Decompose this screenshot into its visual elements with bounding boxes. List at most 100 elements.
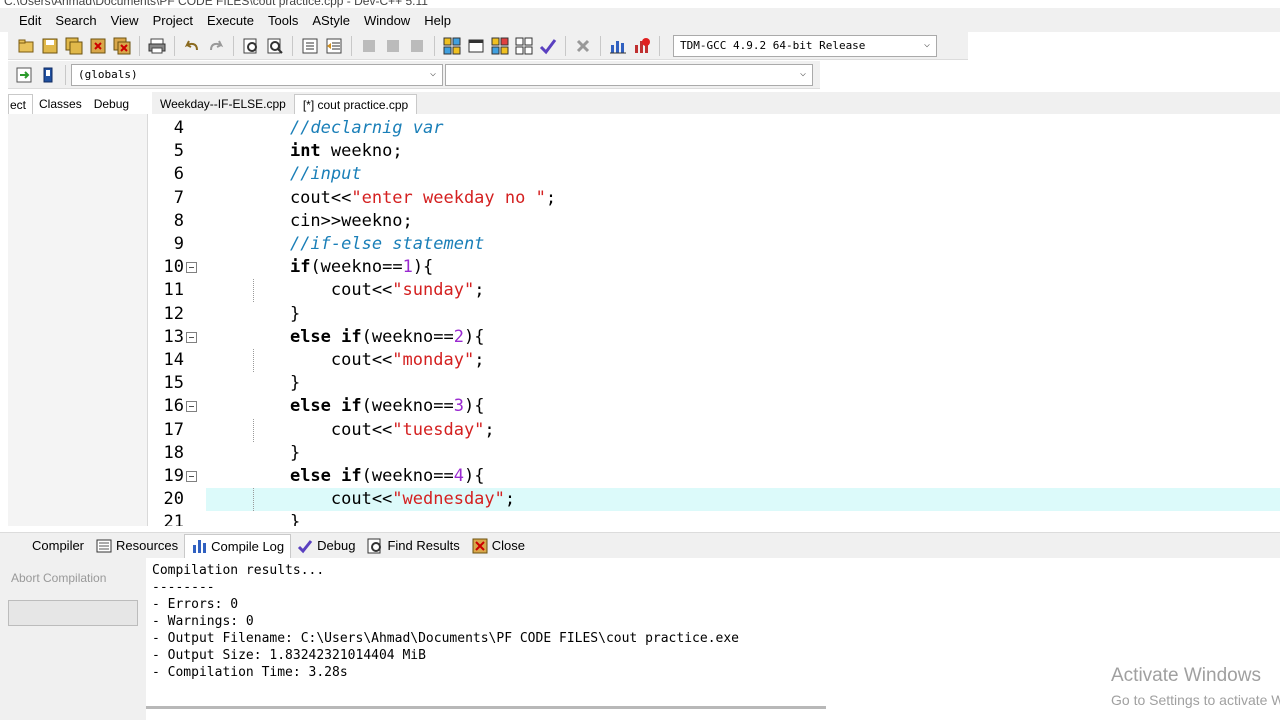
code-line[interactable]: 5 int weekno; xyxy=(152,140,1280,163)
scrollbar-thumb[interactable] xyxy=(146,706,826,709)
stop-execution-icon[interactable] xyxy=(573,36,593,56)
profile-chart-icon[interactable] xyxy=(608,36,628,56)
code-token: 3 xyxy=(453,396,464,417)
back-icon[interactable] xyxy=(359,36,379,56)
menu-execute[interactable]: Execute xyxy=(200,13,261,28)
code-line[interactable]: 12 } xyxy=(152,303,1280,326)
code-token: ){ xyxy=(463,466,485,486)
horizontal-scrollbar[interactable] xyxy=(146,704,826,710)
code-token: cout<< xyxy=(249,187,352,208)
menu-window[interactable]: Window xyxy=(357,13,417,28)
code-text: //declarnig var xyxy=(249,117,444,140)
redo-icon[interactable] xyxy=(206,36,226,56)
code-editor[interactable]: 4 //declarnig var 5 int weekno; 6 //input 7… xyxy=(152,116,1280,526)
code-line[interactable]: 16 else if(weekno==3){ xyxy=(152,395,1280,418)
menu-tools[interactable]: Tools xyxy=(261,13,305,28)
toolbar-separator xyxy=(565,35,566,56)
delete-profile-icon[interactable] xyxy=(632,36,652,56)
code-token: ){ xyxy=(463,396,485,417)
code-line[interactable]: 11 cout<<"sunday"; xyxy=(152,279,1280,303)
find-icon[interactable] xyxy=(241,36,261,56)
code-line[interactable]: 15 } xyxy=(152,372,1280,395)
menu-astyle[interactable]: AStyle xyxy=(305,13,357,28)
menu-help[interactable]: Help xyxy=(417,13,458,28)
insert-icon[interactable] xyxy=(14,65,34,85)
code-token: "tuesday" xyxy=(392,419,485,440)
open-file-icon[interactable] xyxy=(16,36,36,56)
code-line[interactable]: 14 cout<<"monday"; xyxy=(152,349,1280,372)
toolbar-separator xyxy=(434,35,435,56)
menu-project[interactable]: Project xyxy=(146,13,200,28)
syntax-check-icon[interactable] xyxy=(538,36,558,56)
tab-resources[interactable]: Resources xyxy=(90,534,184,558)
forward-icon[interactable] xyxy=(383,36,403,56)
left-panel-tabs: ect Classes Debug xyxy=(8,92,148,114)
code-token: //input xyxy=(289,164,362,185)
abort-compilation-button[interactable]: Abort Compilation xyxy=(8,566,138,590)
code-line[interactable]: 9 //if-else statement xyxy=(152,233,1280,256)
replace-icon[interactable] xyxy=(265,36,285,56)
code-token: cout<< xyxy=(249,280,393,301)
compile-run-icon[interactable] xyxy=(490,36,510,56)
code-line[interactable]: 4 //declarnig var xyxy=(152,117,1280,140)
close-all-icon[interactable] xyxy=(112,36,132,56)
tab-cout-practice[interactable]: [*] cout practice.cpp xyxy=(293,94,418,114)
code-line[interactable]: 19 else if(weekno==4){ xyxy=(152,465,1280,488)
resources-icon xyxy=(96,538,112,554)
compiler-select[interactable]: TDM-GCC 4.9.2 64-bit Release ⌵ xyxy=(673,34,937,57)
run-icon[interactable] xyxy=(466,36,486,56)
line-number: 9 xyxy=(173,234,184,254)
tab-compiler[interactable]: Compiler xyxy=(6,534,90,558)
menu-edit[interactable]: Edit xyxy=(12,13,48,28)
compiler-select-value: TDM-GCC 4.9.2 64-bit Release xyxy=(680,39,866,52)
save-all-icon[interactable] xyxy=(64,36,84,56)
goto-icon[interactable] xyxy=(407,36,427,56)
tab-find-results[interactable]: Find Results xyxy=(361,534,465,558)
code-line[interactable]: 7 cout<<"enter weekday no "; xyxy=(152,187,1280,210)
tab-weekday-if-else[interactable]: Weekday--IF-ELSE.cpp xyxy=(152,94,294,114)
code-text: cout<<"tuesday"; xyxy=(249,419,495,442)
code-line[interactable]: 13 else if(weekno==2){ xyxy=(152,326,1280,349)
unindent-icon[interactable] xyxy=(324,36,344,56)
line-number: 14 xyxy=(163,350,184,370)
save-icon[interactable] xyxy=(40,36,60,56)
close-file-icon[interactable] xyxy=(88,36,108,56)
compile-icon[interactable] xyxy=(442,36,462,56)
code-line[interactable]: 8 cin>>weekno; xyxy=(152,210,1280,233)
tab-project[interactable]: ect xyxy=(8,94,34,114)
scope-select[interactable]: (globals) ⌵ xyxy=(71,63,443,86)
current-code-line[interactable]: 20 cout<<"wednesday"; xyxy=(152,488,1280,512)
line-number: 21 xyxy=(163,512,184,526)
code-line[interactable]: 10 if(weekno==1){ xyxy=(152,256,1280,279)
tab-compile-log[interactable]: Compile Log xyxy=(184,533,292,558)
tab-close[interactable]: Close xyxy=(466,534,531,558)
code-line[interactable]: 21 } xyxy=(152,511,1280,526)
fold-toggle-icon[interactable] xyxy=(186,471,197,482)
code-line[interactable]: 17 cout<<"tuesday"; xyxy=(152,418,1280,442)
tab-debug-panel[interactable]: Debug xyxy=(291,534,361,558)
code-line[interactable]: 6 //input xyxy=(152,163,1280,186)
bookmark-icon[interactable] xyxy=(38,65,58,85)
project-browser[interactable] xyxy=(8,114,148,526)
title-bar: C:\Users\Ahmad\Documents\PF CODE FILES\c… xyxy=(0,0,1280,8)
rebuild-icon[interactable] xyxy=(514,36,534,56)
menu-view[interactable]: View xyxy=(104,13,146,28)
code-token: ){ xyxy=(463,326,485,347)
compile-log-output[interactable]: Compilation results... -------- - Errors: … xyxy=(146,558,1280,710)
code-token: 4 xyxy=(453,466,464,486)
undo-icon[interactable] xyxy=(182,36,202,56)
code-line[interactable]: 18 } xyxy=(152,442,1280,465)
print-icon[interactable] xyxy=(147,36,167,56)
fold-toggle-icon[interactable] xyxy=(186,262,197,274)
fold-toggle-icon[interactable] xyxy=(186,401,197,413)
code-token: } xyxy=(249,303,301,324)
indent-icon[interactable] xyxy=(300,36,320,56)
fold-toggle-icon[interactable] xyxy=(186,331,197,343)
menu-search[interactable]: Search xyxy=(48,13,103,28)
tab-classes[interactable]: Classes xyxy=(33,94,88,114)
member-select[interactable]: ⌵ xyxy=(445,63,813,86)
tab-debug[interactable]: Debug xyxy=(88,94,135,114)
